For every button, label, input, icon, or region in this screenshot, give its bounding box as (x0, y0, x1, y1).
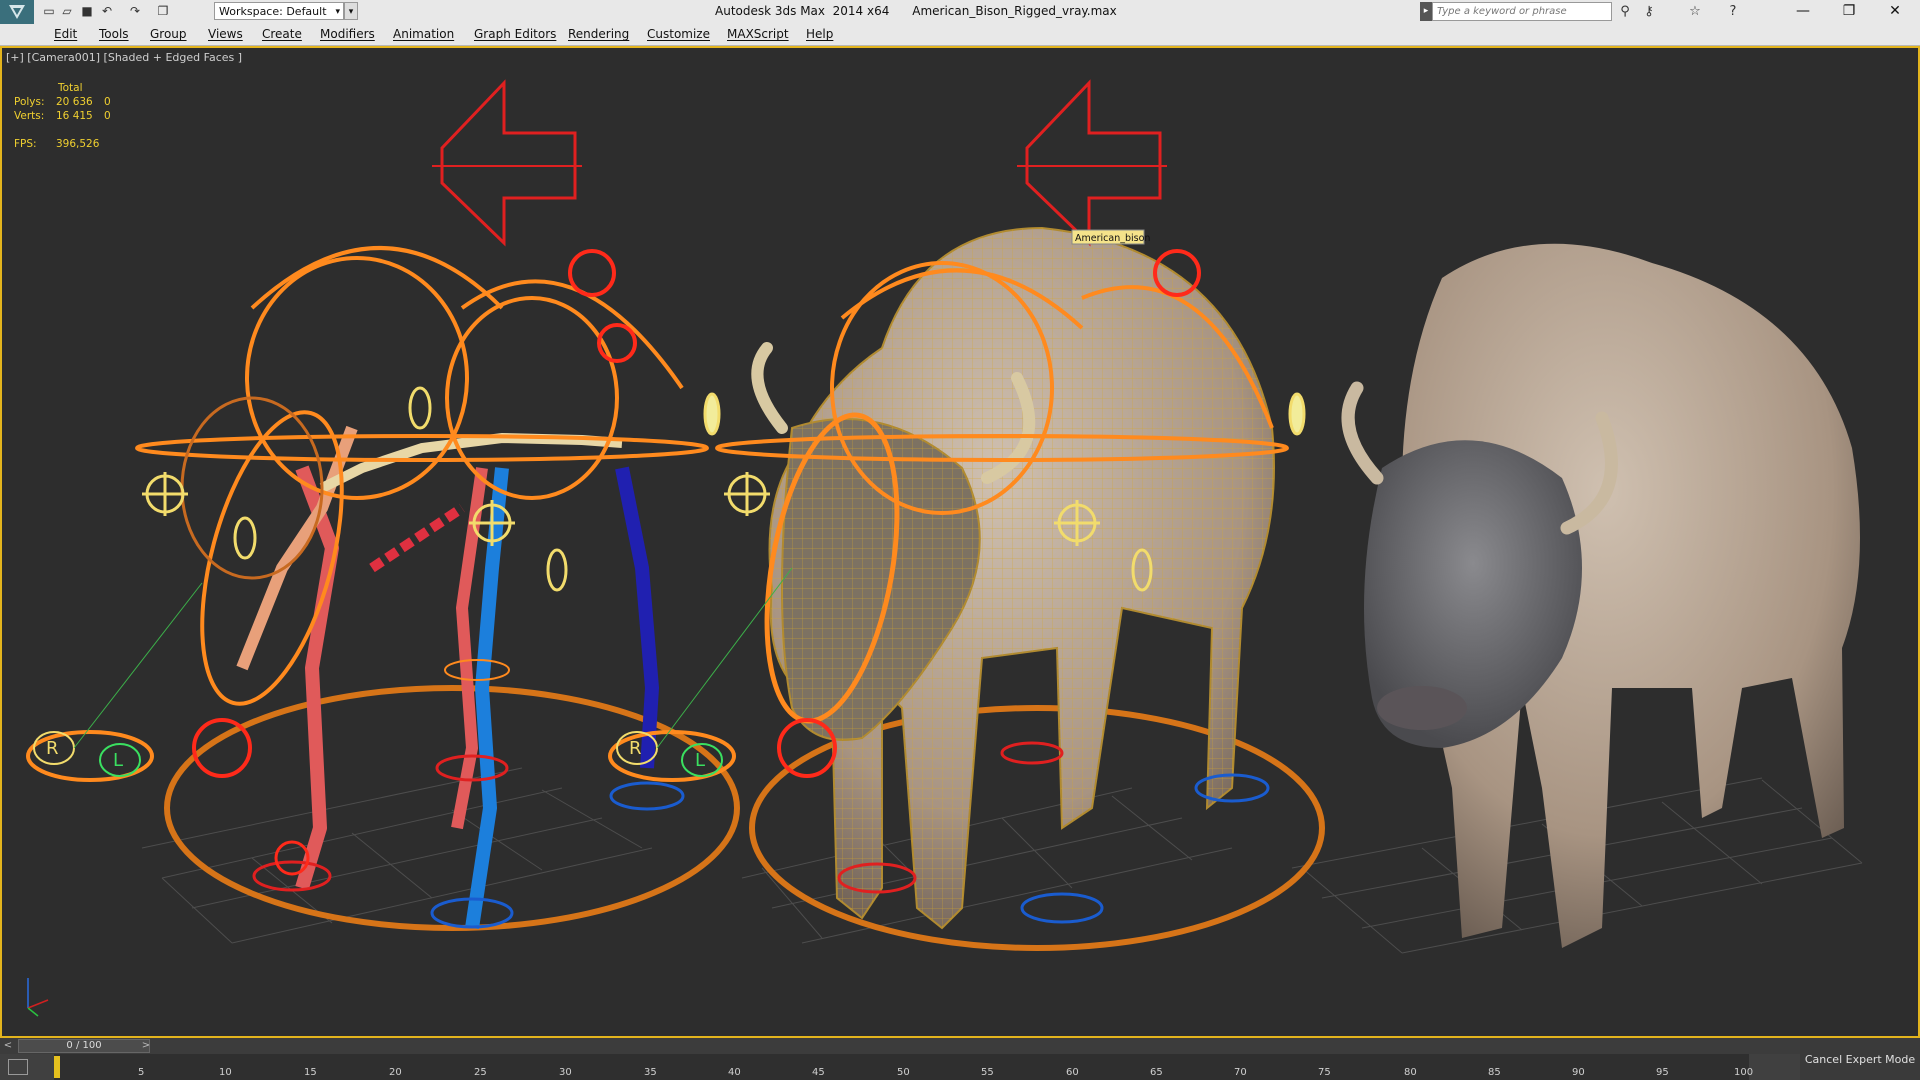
time-slider-bar: < 0 / 100 > (0, 1038, 1920, 1054)
verts-label: Verts: (14, 110, 45, 122)
tick-label: 85 (1488, 1067, 1501, 1078)
tick-label: 35 (644, 1067, 657, 1078)
window-title: Autodesk 3ds Max 2014 x64 American_Bison… (715, 4, 1117, 18)
menu-animation[interactable]: Animation (393, 27, 454, 41)
front-leg-dark-blue (615, 466, 660, 769)
restore-icon[interactable]: ❐ (1826, 0, 1872, 24)
next-frame-icon[interactable]: > (140, 1038, 152, 1054)
menu-edit[interactable]: Edit (54, 27, 77, 41)
tick-label: 70 (1234, 1067, 1247, 1078)
tick-label: 10 (219, 1067, 232, 1078)
tick-label: 75 (1318, 1067, 1331, 1078)
horn-left-right (1341, 381, 1384, 485)
minimize-icon[interactable]: — (1780, 0, 1826, 24)
polys-total: 20 636 (56, 96, 93, 108)
rl-label-r1: R (46, 738, 59, 759)
project-folder-icon[interactable]: ❐ (156, 4, 170, 18)
menu-graph-editors[interactable]: Graph Editors (474, 27, 556, 41)
menu-views[interactable]: Views (208, 27, 243, 41)
direction-arrow-left (440, 79, 577, 247)
verts-selected: 0 (104, 110, 111, 122)
curve-editor-icon[interactable] (8, 1059, 28, 1075)
tick-label: 45 (812, 1067, 825, 1078)
tick-label: 40 (728, 1067, 741, 1078)
cancel-expert-mode-button[interactable]: Cancel Expert Mode (1800, 1040, 1920, 1080)
menu-tools[interactable]: Tools (99, 27, 129, 41)
menu-bar: Edit Tools Group Views Create Modifiers … (0, 24, 1920, 46)
previous-frame-icon[interactable]: < (2, 1038, 14, 1054)
viewport-label[interactable]: [+] [Camera001] [Shaded + Edged Faces ] (6, 51, 242, 64)
close-icon[interactable]: ✕ (1872, 0, 1918, 24)
scene-canvas: R L R L American_bison (26, 79, 1863, 1017)
tick-label: 100 (1734, 1067, 1754, 1078)
fps-value: 396,526 (56, 138, 100, 150)
open-folder-icon[interactable]: ▱ (60, 4, 74, 18)
menu-customize[interactable]: Customize (647, 27, 710, 41)
title-bar: ▭ ▱ ■ ↶ ↷ ❐ Workspace: Default ▾ ▾ Autod… (0, 0, 1920, 24)
bison-wireframe-middle: R L American_bison (608, 79, 1325, 951)
biped-rig-left: R L (26, 79, 740, 931)
rl-label-l1: L (113, 750, 123, 771)
verts-total: 16 415 (56, 110, 93, 122)
time-slider[interactable]: 0 / 100 (18, 1039, 150, 1053)
body-sphere-control (245, 256, 469, 500)
menu-rendering[interactable]: Rendering (568, 27, 629, 41)
polys-label: Polys: (14, 96, 45, 108)
horn-left-mid (751, 342, 788, 434)
workspace-dropdown-button[interactable]: ▾ (344, 2, 358, 20)
chevron-down-icon: ▾ (335, 7, 340, 17)
menu-help[interactable]: Help (806, 27, 833, 41)
menu-create[interactable]: Create (262, 27, 302, 41)
tick-label: 65 (1150, 1067, 1163, 1078)
tick-label: 20 (389, 1067, 402, 1078)
tick-label: 55 (981, 1067, 994, 1078)
tick-label: 50 (897, 1067, 910, 1078)
stats-header: Total (58, 82, 83, 94)
tick-label: 30 (559, 1067, 572, 1078)
tick-label: 5 (138, 1067, 145, 1078)
menu-maxscript[interactable]: MAXScript (727, 27, 789, 41)
binoculars-icon[interactable]: ⚲ (1616, 3, 1634, 21)
tick-label: 80 (1404, 1067, 1417, 1078)
current-frame-marker[interactable] (54, 1056, 60, 1078)
tail-bones (369, 503, 465, 573)
tick-label: 60 (1066, 1067, 1079, 1078)
rl-label-l2: L (695, 750, 705, 771)
undo-icon[interactable]: ↶ (100, 4, 114, 18)
tick-label: 25 (474, 1067, 487, 1078)
camera-viewport[interactable]: R L R L American_bison [+] [Camera001] [… (0, 46, 1920, 1038)
star-icon[interactable]: ☆ (1686, 3, 1704, 21)
direction-arrow-middle (1025, 79, 1162, 247)
search-expand-button[interactable]: ▸ (1420, 2, 1432, 21)
key-icon[interactable]: ⚷ (1640, 3, 1658, 21)
tick-label: 15 (304, 1067, 317, 1078)
tick-label: 90 (1572, 1067, 1585, 1078)
track-bar: 5 10 15 20 25 30 35 40 45 50 55 60 65 70… (0, 1054, 1920, 1080)
workspace-label: Workspace: Default (219, 5, 327, 18)
search-input[interactable]: Type a keyword or phrase (1432, 2, 1612, 21)
tick-label: 95 (1656, 1067, 1669, 1078)
timeline-ruler[interactable]: 5 10 15 20 25 30 35 40 45 50 55 60 65 70… (54, 1054, 1753, 1080)
object-tooltip: American_bison (1075, 233, 1150, 244)
redo-icon[interactable]: ↷ (128, 4, 142, 18)
polys-selected: 0 (104, 96, 111, 108)
file-name: American_Bison_Rigged_vray.max (912, 4, 1117, 18)
workspace-select[interactable]: Workspace: Default ▾ (214, 2, 344, 20)
app-name: Autodesk 3ds Max 2014 x64 (715, 4, 890, 18)
save-icon[interactable]: ■ (80, 4, 94, 18)
rl-label-r2: R (629, 738, 642, 759)
app-logo-icon[interactable] (0, 0, 34, 24)
new-file-icon[interactable]: ▭ (42, 4, 56, 18)
menu-group[interactable]: Group (150, 27, 187, 41)
axis-gizmo (27, 978, 49, 1017)
help-icon[interactable]: ? (1724, 3, 1742, 21)
ground-grid-middle (741, 787, 1233, 944)
menu-modifiers[interactable]: Modifiers (320, 27, 375, 41)
fps-label: FPS: (14, 138, 37, 150)
